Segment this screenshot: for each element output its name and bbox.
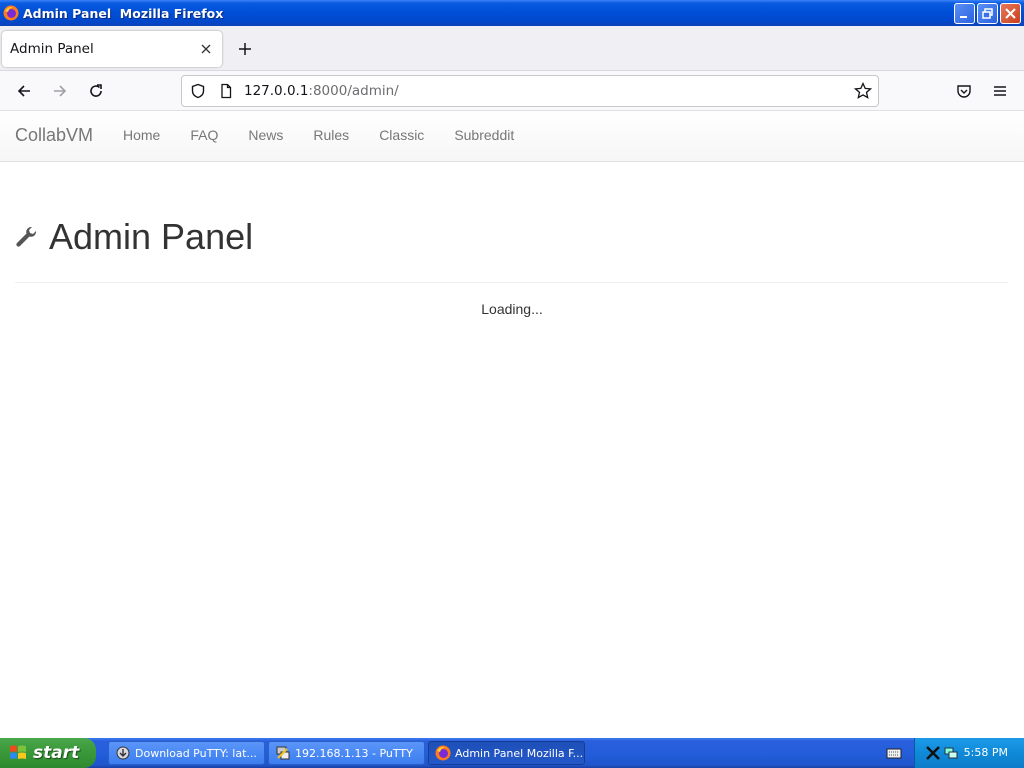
close-icon <box>1005 8 1016 19</box>
navigation-toolbar: 127.0.0.1:8000/admin/ <box>0 70 1024 111</box>
taskbar-clock[interactable]: 5:58 PM <box>964 746 1008 759</box>
keyboard-icon[interactable] <box>886 745 902 761</box>
loading-status: Loading... <box>481 301 543 317</box>
nav-link-home[interactable]: Home <box>108 127 175 143</box>
pocket-icon <box>957 85 971 98</box>
address-bar[interactable]: 127.0.0.1:8000/admin/ <box>181 75 879 107</box>
site-brand[interactable]: CollabVM <box>15 125 93 146</box>
taskbar-item-label: 192.168.1.13 - PuTTY <box>295 746 413 760</box>
firefox-icon <box>435 745 451 761</box>
start-button[interactable]: start <box>0 738 96 768</box>
putty-download-icon <box>116 746 130 760</box>
putty-icon <box>276 746 290 760</box>
bookmark-star-icon[interactable] <box>854 82 872 100</box>
reload-icon <box>90 84 102 97</box>
close-window-button[interactable] <box>1000 3 1021 24</box>
window-titlebar[interactable]: Admin Panel Mozilla Firefox <box>0 0 1024 26</box>
pocket-button[interactable] <box>952 79 976 103</box>
url-text[interactable]: 127.0.0.1:8000/admin/ <box>244 83 399 99</box>
url-path: :8000/admin/ <box>308 83 399 99</box>
taskbar-item-label: Download PuTTY: lat... <box>135 746 257 760</box>
nav-link-subreddit[interactable]: Subreddit <box>439 127 529 143</box>
page-header: Admin Panel <box>15 214 1008 283</box>
nav-link-rules[interactable]: Rules <box>298 127 364 143</box>
system-tray: 5:58 PM <box>914 738 1024 768</box>
nav-link-faq[interactable]: FAQ <box>175 127 233 143</box>
taskbar-item-putty-download[interactable]: Download PuTTY: lat... <box>108 741 265 765</box>
taskbar: start Download PuTTY: lat... 192.168.1.1… <box>0 738 1024 768</box>
site-nav-links: Home FAQ News Rules Classic Subreddit <box>108 127 529 143</box>
hamburger-menu-icon <box>994 86 1006 96</box>
close-icon <box>201 44 211 54</box>
tab-strip: Admin Panel <box>0 26 1024 70</box>
nav-link-news[interactable]: News <box>233 127 298 143</box>
tab-admin-panel[interactable]: Admin Panel <box>2 31 222 67</box>
arrow-right-icon <box>54 85 67 97</box>
url-host: 127.0.0.1 <box>244 83 309 99</box>
forward-button[interactable] <box>48 79 72 103</box>
taskbar-item-label: Admin Panel Mozilla F... <box>455 746 584 760</box>
taskbar-item-firefox[interactable]: Admin Panel Mozilla F... <box>428 741 585 765</box>
nav-link-classic[interactable]: Classic <box>364 127 439 143</box>
window-title: Admin Panel Mozilla Firefox <box>23 5 224 21</box>
arrow-left-icon <box>17 85 30 97</box>
page-icon[interactable] <box>218 83 234 99</box>
shield-icon[interactable] <box>190 83 206 99</box>
wrench-icon <box>16 226 37 247</box>
tab-close-button[interactable] <box>198 41 214 57</box>
back-button[interactable] <box>12 79 36 103</box>
minimize-button[interactable] <box>954 3 975 24</box>
network-icon[interactable] <box>943 745 959 761</box>
new-tab-button[interactable] <box>234 38 256 60</box>
reload-button[interactable] <box>84 79 108 103</box>
restore-icon <box>982 8 993 19</box>
tab-label: Admin Panel <box>10 41 94 57</box>
site-navbar: CollabVM Home FAQ News Rules Classic Sub… <box>0 111 1024 162</box>
x-logo-icon[interactable] <box>925 745 941 761</box>
taskbar-item-putty[interactable]: 192.168.1.13 - PuTTY <box>268 741 425 765</box>
plus-icon <box>239 43 251 55</box>
page-title: Admin Panel <box>49 216 254 257</box>
windows-flag-icon <box>10 745 26 759</box>
restore-button[interactable] <box>977 3 998 24</box>
menu-button[interactable] <box>988 79 1012 103</box>
firefox-icon <box>3 5 19 21</box>
minimize-icon <box>960 16 967 18</box>
start-label: start <box>33 743 80 763</box>
